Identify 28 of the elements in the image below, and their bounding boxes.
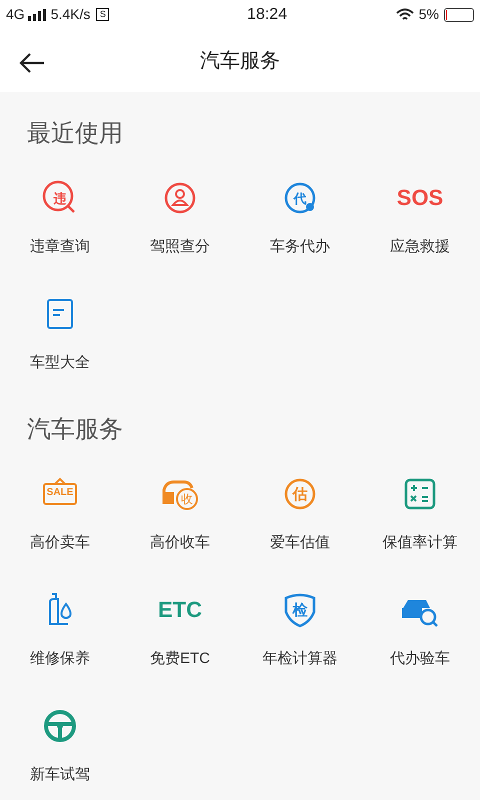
service-tile[interactable]: 保值率计算 xyxy=(360,452,480,568)
service-tile[interactable]: 代 车务代办 xyxy=(240,156,360,272)
service-tile[interactable]: 车型大全 xyxy=(0,272,120,388)
service-tile[interactable]: 估 爱车估值 xyxy=(240,452,360,568)
battery-percent: 5% xyxy=(418,5,439,24)
signal-icon xyxy=(28,8,46,21)
service-tile[interactable]: ETC 免费ETC xyxy=(120,568,240,684)
text-logo-icon: SOS xyxy=(400,178,440,218)
back-button[interactable] xyxy=(18,51,46,76)
clock: 18:24 xyxy=(247,4,288,25)
service-tile[interactable]: SOS 应急救援 xyxy=(360,156,480,272)
battery-icon xyxy=(444,8,474,22)
page-title: 汽车服务 xyxy=(200,48,280,74)
service-tile[interactable]: 违 违章查询 xyxy=(0,156,120,272)
service-tile[interactable]: 新车试驾 xyxy=(0,684,120,800)
service-tile[interactable]: 维修保养 xyxy=(0,568,120,684)
section-title: 最近使用 xyxy=(26,119,124,149)
service-tile[interactable]: 代办验车 xyxy=(360,568,480,684)
section-title: 汽车服务 xyxy=(26,415,124,445)
text-logo-icon: ETC xyxy=(160,590,200,630)
service-tile[interactable]: SALE 高价卖车 xyxy=(0,452,120,568)
service-tile[interactable]: 驾照查分 xyxy=(120,156,240,272)
service-tile[interactable]: 收 高价收车 xyxy=(120,452,240,568)
wifi-icon xyxy=(394,8,415,22)
network-type: 4G xyxy=(6,5,25,24)
service-tile[interactable]: 检 年检计算器 xyxy=(240,568,360,684)
network-speed: 5.4K/s xyxy=(50,5,90,24)
sim-icon: S xyxy=(96,8,110,22)
